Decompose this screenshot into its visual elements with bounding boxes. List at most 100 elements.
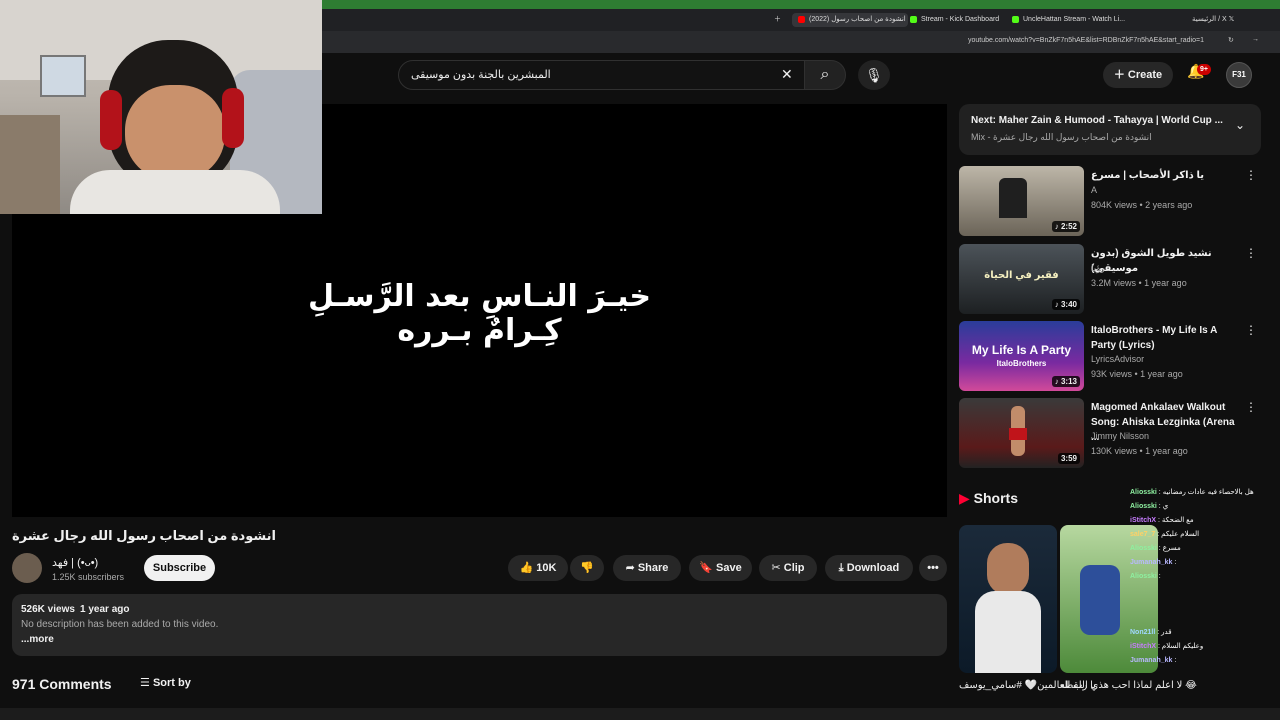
lyrics-line: كِـرامٌ بـرره	[397, 313, 562, 348]
kick-favicon-icon	[910, 15, 917, 23]
tab-x[interactable]: الرئيسية / X 𝕏	[1192, 13, 1278, 27]
bookmark-icon: 🔖	[699, 562, 713, 574]
video-title[interactable]: نشيد طويل الشوق (بدون موسيقى)	[1091, 246, 1241, 276]
video-meta: 130K views • 1 year ago	[1091, 446, 1188, 456]
subscribe-button[interactable]: Subscribe	[144, 555, 215, 581]
chat-message: iStitchX : وعليكم السلام	[1130, 643, 1204, 650]
kebab-menu-icon[interactable]: ⋮	[1245, 323, 1257, 337]
download-icon: ⤓	[838, 562, 844, 574]
mix-label: Mix	[971, 132, 985, 142]
clip-button[interactable]: ✂ Clip	[759, 555, 817, 581]
recommended-video[interactable]: My Life Is A Party ItaloBrothers ♪ 3:13 …	[959, 321, 1261, 393]
address-bar[interactable]: youtube.com/watch?v=BnZkF7n5hAE&list=RDB…	[322, 31, 1280, 53]
share-button[interactable]: ➦ Share	[613, 555, 681, 581]
subscriber-count: 1.25K subscribers	[52, 572, 125, 582]
chat-message: iStitchX : مع الضحكة	[1130, 517, 1194, 524]
x-favicon-icon: 𝕏	[1228, 16, 1235, 23]
tab-youtube[interactable]: (2022) انشودة من اصحاب رسول	[792, 13, 908, 27]
kebab-menu-icon[interactable]: ⋮	[1245, 246, 1257, 260]
playlist-name: انشودة من اصحاب رسول الله رجال عشرة	[993, 132, 1152, 142]
more-dots-icon: •••	[927, 562, 939, 574]
video-title[interactable]: ItaloBrothers - My Life Is A Party (Lyri…	[1091, 323, 1241, 353]
search-button[interactable]: ⌕	[804, 60, 846, 90]
stream-chat-overlay: Aliosski : هل بالاحصاء فيه عادات رمضانيه…	[1130, 486, 1280, 720]
voice-search-button[interactable]: 🎙	[858, 60, 890, 90]
video-thumbnail[interactable]: My Life Is A Party ItaloBrothers ♪ 3:13	[959, 321, 1084, 391]
chevron-down-icon[interactable]: ⌄	[1235, 118, 1245, 132]
thumbs-down-icon: 👎	[580, 562, 594, 574]
description-box[interactable]: 526K views 1 year ago No description has…	[12, 594, 947, 656]
download-button[interactable]: ⤓ Download	[825, 555, 913, 581]
channel-name[interactable]: فهد | (•ᴗ•)	[52, 556, 98, 569]
duration-badge: ♪ 3:13	[1051, 376, 1080, 387]
duration-badge: ♪ 3:40	[1051, 299, 1080, 310]
dislike-button[interactable]: 👎	[570, 555, 604, 581]
recommended-video[interactable]: ♪ 2:52 يا ذاكر الأصحاب | مسرع A 804K vie…	[959, 166, 1261, 238]
create-button[interactable]: ＋ Create	[1103, 62, 1173, 88]
share-icon: ➦	[625, 562, 635, 574]
video-thumbnail[interactable]: فقير في الحياة ♪ 3:40	[959, 244, 1084, 314]
upload-date: 1 year ago	[80, 604, 130, 615]
sort-icon: ☰	[140, 677, 150, 689]
description-text: No description has been added to this vi…	[21, 619, 219, 630]
video-meta: 93K views • 1 year ago	[1091, 369, 1183, 379]
view-count: 526K views	[21, 604, 75, 615]
notification-badge: 9+	[1197, 64, 1211, 75]
account-avatar[interactable]: F31	[1226, 62, 1252, 88]
video-meta: 3.2M views • 1 year ago	[1091, 278, 1187, 288]
kebab-menu-icon[interactable]: ⋮	[1245, 400, 1257, 414]
comments-count: 971 Comments	[12, 676, 112, 692]
channel-name[interactable]: LyricsAdvisor	[1091, 354, 1144, 364]
video-meta: 804K views • 2 years ago	[1091, 200, 1193, 210]
next-title: Maher Zain & Humood - Tahayya | World Cu…	[998, 115, 1223, 126]
lyrics-line: خيـرَ النـاسِ بعد الرَّسـلِ	[307, 279, 652, 314]
microphone-icon: 🎙	[865, 67, 883, 83]
browser-tab-strip: ＋ (2022) انشودة من اصحاب رسول Stream - K…	[322, 9, 1280, 31]
kebab-menu-icon[interactable]: ⋮	[1245, 168, 1257, 182]
scissors-icon: ✂	[771, 562, 781, 574]
thumbnail-caption: My Life Is A Party	[971, 343, 1072, 357]
shorts-section-title: ▶ Shorts	[959, 490, 1019, 506]
like-button[interactable]: 👍 10K	[508, 555, 568, 581]
video-thumbnail[interactable]: 3:59	[959, 398, 1084, 468]
chat-message: Non21ll : قدر	[1130, 629, 1172, 636]
more-actions-button[interactable]: •••	[919, 555, 947, 581]
video-title[interactable]: يا ذاكر الأصحاب | مسرع	[1091, 168, 1241, 183]
sort-comments-button[interactable]: ☰ Sort by	[140, 676, 191, 689]
kick-favicon-icon	[1012, 15, 1019, 23]
os-taskbar	[0, 708, 1280, 720]
save-button[interactable]: 🔖 Save	[689, 555, 752, 581]
recommended-video[interactable]: 3:59 Magomed Ankalaev Walkout Song: Ahis…	[959, 398, 1261, 470]
channel-name[interactable]: A	[1091, 185, 1097, 195]
clear-search-icon[interactable]: ✕	[781, 66, 793, 83]
tab-kick-stream[interactable]: UncleHattan Stream - Watch Li...	[1012, 13, 1132, 27]
recommended-video[interactable]: فقير في الحياة ♪ 3:40 نشيد طويل الشوق (ب…	[959, 244, 1261, 316]
thumbnail-subcaption: ItaloBrothers	[996, 359, 1047, 368]
next-prefix: Next:	[971, 115, 997, 126]
show-more-link[interactable]: ...more	[21, 634, 54, 645]
forward-icon[interactable]: →	[1252, 36, 1259, 43]
video-thumbnail[interactable]: ♪ 2:52	[959, 166, 1084, 236]
thumbs-up-icon: 👍	[519, 562, 534, 574]
url-text: youtube.com/watch?v=BnZkF7n5hAE&list=RDB…	[968, 37, 1204, 44]
short-thumbnail[interactable]	[959, 525, 1057, 673]
chat-message: Aliosski : هل بالاحصاء فيه عادات رمضانيه	[1130, 489, 1254, 496]
chat-message: Aliosski : ي	[1130, 503, 1169, 510]
search-input[interactable]: المبشرين بالجنة بدون موسيقى	[399, 61, 805, 89]
channel-avatar[interactable]	[12, 553, 42, 583]
video-lyrics-overlay: خيـرَ النـاسِ بعد الرَّسـلِ كِـرامٌ بـرر…	[12, 280, 947, 348]
tab-kick-dashboard[interactable]: Stream - Kick Dashboard	[910, 13, 1008, 27]
reload-icon[interactable]: ↻	[1228, 36, 1234, 44]
search-icon: ⌕	[820, 66, 830, 83]
channel-name[interactable]: Jimmy Nilsson	[1091, 431, 1149, 441]
chat-message: Aliosski : مسرع	[1130, 545, 1181, 552]
chat-message: Jumanah_kk :	[1130, 559, 1177, 566]
webcam-overlay	[0, 0, 322, 214]
chat-message: Jumanah_kk :	[1130, 657, 1177, 664]
chat-message: sale7_7 : السلام عليكم	[1130, 531, 1200, 538]
channel-name[interactable]: رؤيا	[1091, 263, 1105, 274]
up-next-mix-panel[interactable]: Next: Maher Zain & Humood - Tahayya | Wo…	[959, 104, 1261, 155]
search-box[interactable]: المبشرين بالجنة بدون موسيقى ✕	[398, 60, 806, 90]
duration-badge: 3:59	[1057, 453, 1080, 464]
shorts-logo-icon: ▶	[959, 490, 970, 506]
